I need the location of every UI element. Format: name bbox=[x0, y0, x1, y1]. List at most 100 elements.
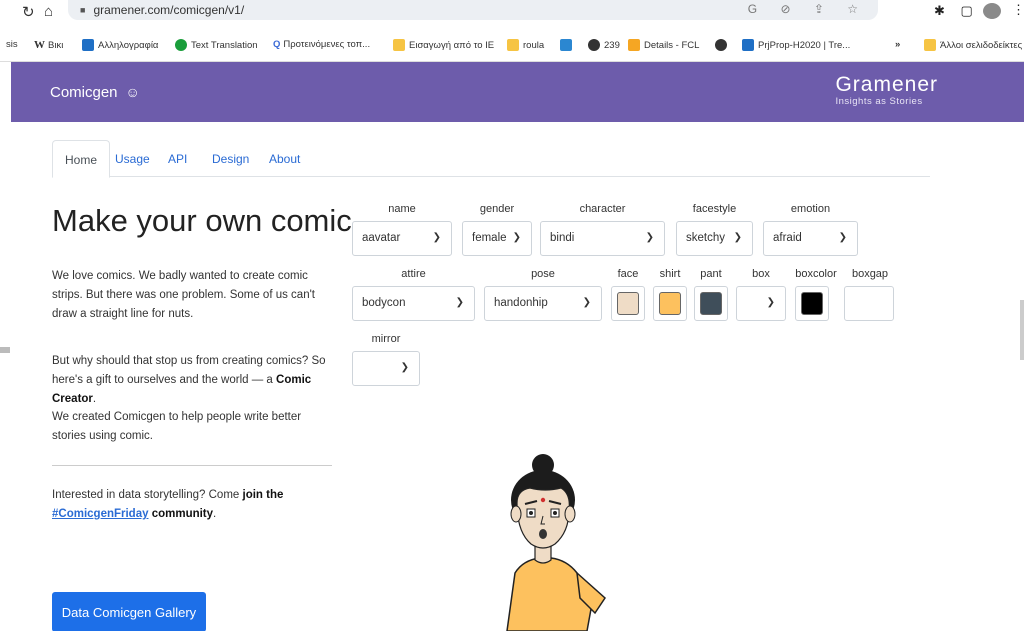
chevron-down-icon: ❯ bbox=[766, 297, 775, 308]
side-marker bbox=[0, 347, 10, 353]
character-value: bindi bbox=[550, 232, 575, 244]
chevron-down-icon: ❯ bbox=[582, 297, 591, 308]
face-swatch bbox=[617, 292, 639, 315]
gallery-button[interactable]: Data Comicgen Gallery bbox=[52, 592, 206, 631]
trello-icon bbox=[742, 39, 754, 51]
folder-icon bbox=[924, 39, 936, 51]
join-text: join the bbox=[242, 489, 284, 501]
bookmark-item[interactable]: Details - FCL bbox=[628, 39, 699, 51]
pose-value: handonhip bbox=[494, 297, 548, 309]
attire-label: attire bbox=[401, 268, 426, 280]
emotion-select[interactable]: afraid ❯ bbox=[763, 221, 858, 256]
gender-label: gender bbox=[479, 203, 515, 215]
shirt-swatch bbox=[659, 292, 681, 315]
character-ear bbox=[564, 505, 576, 523]
box-select[interactable]: ❯ bbox=[736, 286, 786, 321]
tab-about[interactable]: About bbox=[257, 140, 312, 177]
people-icon bbox=[628, 39, 640, 51]
reload-icon[interactable]: ↻ bbox=[22, 3, 35, 21]
boxgap-input[interactable] bbox=[844, 286, 894, 321]
wikipedia-icon: W bbox=[34, 39, 45, 51]
emotion-label: emotion bbox=[790, 203, 831, 215]
face-color-picker[interactable] bbox=[611, 286, 645, 321]
bookmark-item[interactable]: Εισαγωγή από το IE bbox=[393, 39, 494, 51]
bookmark-item[interactable]: W Βικι bbox=[34, 39, 63, 51]
character-label: character bbox=[579, 203, 626, 215]
pant-color-picker[interactable] bbox=[694, 286, 728, 321]
green-dot-icon bbox=[175, 39, 187, 51]
tab-design[interactable]: Design bbox=[200, 140, 261, 177]
bookmark-item bbox=[560, 39, 576, 51]
gramener-logo[interactable]: Gramener Insights as Stories bbox=[835, 74, 938, 108]
chevron-down-icon: ❯ bbox=[733, 232, 742, 243]
period-text: . bbox=[92, 393, 97, 405]
tab-api[interactable]: API bbox=[156, 140, 199, 177]
comic-character bbox=[506, 454, 606, 631]
attire-value: bodycon bbox=[362, 297, 406, 309]
bookmark-item[interactable]: Q Προτεινόμενες τοπ... bbox=[273, 39, 370, 50]
brand-link[interactable]: Comicgen ☺ bbox=[50, 84, 140, 101]
bookmark-item[interactable]: roula bbox=[507, 39, 544, 51]
address-bar[interactable]: ■ gramener.com/comicgen/v1/ G ⊘ ⇪ ☆ bbox=[68, 0, 878, 20]
chevron-down-icon: ❯ bbox=[645, 232, 654, 243]
pose-select[interactable]: handonhip ❯ bbox=[484, 286, 602, 321]
facestyle-value: sketchy bbox=[686, 232, 725, 244]
divider bbox=[52, 465, 332, 466]
extensions-icon[interactable]: ✱ ▢ bbox=[934, 3, 979, 19]
bookmark-item[interactable]: Αλληλογραφία bbox=[82, 39, 158, 51]
home-icon[interactable]: ⌂ bbox=[44, 3, 53, 20]
outlook-icon bbox=[82, 39, 94, 51]
bookmarks-overflow[interactable]: » bbox=[895, 39, 900, 50]
folder-icon bbox=[393, 39, 405, 51]
box-label: box bbox=[752, 268, 770, 280]
mirror-select[interactable]: ❯ bbox=[352, 351, 420, 386]
address-bar-icons[interactable]: G ⊘ ⇪ ☆ bbox=[748, 2, 868, 16]
shirt-label: shirt bbox=[659, 268, 681, 280]
community-paragraph: Interested in data storytelling? Come jo… bbox=[52, 486, 332, 524]
community-text: Interested in data storytelling? Come bbox=[52, 489, 243, 501]
face-label: face bbox=[617, 268, 639, 280]
browser-toolbar: ↻ ⌂ ■ gramener.com/comicgen/v1/ G ⊘ ⇪ ☆ … bbox=[0, 0, 1024, 26]
pant-swatch bbox=[700, 292, 722, 315]
scrollbar[interactable] bbox=[1020, 300, 1024, 360]
bookmark-item[interactable]: Text Translation bbox=[175, 39, 258, 51]
bookmark-item[interactable]: PrjProp-H2020 | Tre... bbox=[742, 39, 850, 51]
gender-select[interactable]: female ❯ bbox=[462, 221, 532, 256]
name-label: name bbox=[388, 203, 416, 215]
tab-usage[interactable]: Usage bbox=[103, 140, 162, 177]
menu-icon[interactable]: ⋮ bbox=[1012, 2, 1024, 18]
intro-paragraph: We love comics. We badly wanted to creat… bbox=[52, 270, 315, 320]
pant-label: pant bbox=[700, 268, 722, 280]
name-select[interactable]: aavatar ❯ bbox=[352, 221, 452, 256]
gender-value: female bbox=[472, 232, 507, 244]
character-face bbox=[516, 487, 570, 549]
app-icon bbox=[560, 39, 572, 51]
tab-home[interactable]: Home bbox=[52, 140, 111, 178]
purpose-paragraph: We created Comicgen to help people write… bbox=[52, 411, 302, 442]
brand-name: Comicgen bbox=[50, 84, 118, 101]
boxgap-label: boxgap bbox=[851, 268, 889, 280]
shirt-color-picker[interactable] bbox=[653, 286, 687, 321]
bookmark-item[interactable]: Άλλοι σελιδοδείκτες bbox=[924, 39, 1022, 51]
bookmark-item[interactable]: sis bbox=[6, 39, 18, 50]
attire-select[interactable]: bodycon ❯ bbox=[352, 286, 475, 321]
character-bindi bbox=[540, 497, 546, 503]
character-select[interactable]: bindi ❯ bbox=[540, 221, 665, 256]
facestyle-label: facestyle bbox=[692, 203, 737, 215]
character-pupil bbox=[529, 511, 533, 515]
folder-icon bbox=[507, 39, 519, 51]
community-bold-text: community bbox=[148, 508, 214, 520]
emotion-value: afraid bbox=[773, 232, 802, 244]
boxcolor-color-picker[interactable] bbox=[795, 286, 829, 321]
url-text: gramener.com/comicgen/v1/ bbox=[93, 3, 245, 17]
globe-icon bbox=[588, 39, 600, 51]
profile-avatar[interactable] bbox=[983, 3, 1001, 19]
smiley-icon: ☺ bbox=[125, 84, 140, 100]
boxcolor-swatch bbox=[801, 292, 823, 315]
facestyle-select[interactable]: sketchy ❯ bbox=[676, 221, 753, 256]
chevron-down-icon: ❯ bbox=[400, 362, 409, 373]
bookmarks-bar: sis W Βικι Αλληλογραφία Text Translation … bbox=[0, 26, 1024, 62]
bookmark-item[interactable]: 239 bbox=[588, 39, 620, 51]
app-header: Comicgen ☺ Gramener Insights as Stories bbox=[11, 62, 1024, 122]
comicgen-friday-link[interactable]: #ComicgenFriday bbox=[52, 508, 149, 520]
